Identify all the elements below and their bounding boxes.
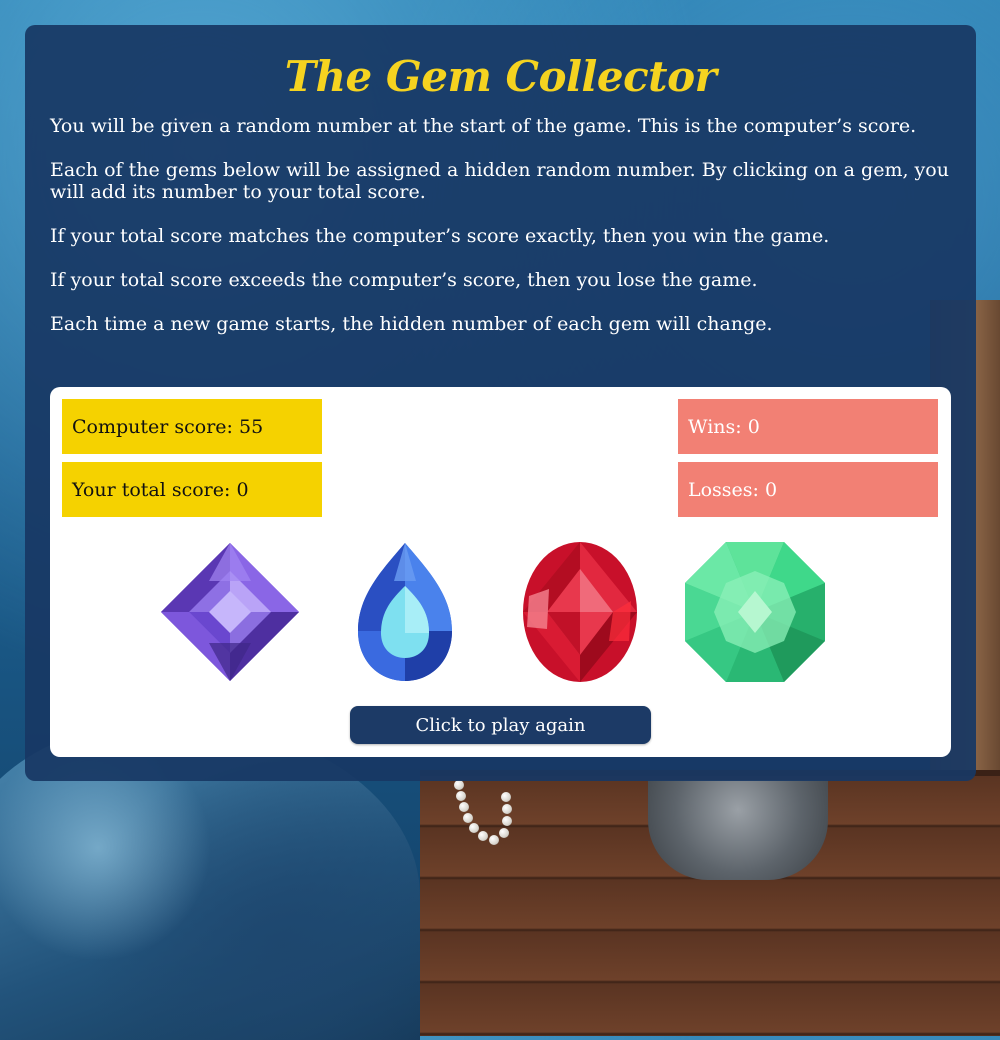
green-gem-icon xyxy=(685,542,825,682)
play-again-button[interactable]: Click to play again xyxy=(350,706,651,744)
total-score: Your total score: 0 xyxy=(62,462,322,517)
game-board: Computer score: 55 Your total score: 0 W… xyxy=(50,387,951,757)
game-panel: The Gem Collector You will be given a ra… xyxy=(25,25,976,781)
purple-gem-button[interactable] xyxy=(159,541,301,683)
blue-gem-icon xyxy=(358,543,452,681)
background-pearls xyxy=(452,780,512,860)
computer-score: Computer score: 55 xyxy=(62,399,322,454)
instruction-paragraph: You will be given a random number at the… xyxy=(50,115,917,137)
losses-counter: Losses: 0 xyxy=(678,462,938,517)
instruction-paragraph: Each of the gems below will be assigned … xyxy=(50,159,949,203)
background-chest-lock xyxy=(648,780,828,880)
instruction-paragraph: If your total score matches the computer… xyxy=(50,225,830,247)
red-gem-icon xyxy=(523,542,637,682)
instruction-paragraph: Each time a new game starts, the hidden … xyxy=(50,313,773,335)
purple-gem-icon xyxy=(161,543,299,681)
page-title: The Gem Collector xyxy=(284,52,717,101)
wins-counter: Wins: 0 xyxy=(678,399,938,454)
blue-gem-button[interactable] xyxy=(334,541,476,683)
instruction-paragraph: If your total score exceeds the computer… xyxy=(50,269,758,291)
instructions: You will be given a random number at the… xyxy=(50,115,951,335)
red-gem-button[interactable] xyxy=(509,541,651,683)
green-gem-button[interactable] xyxy=(684,541,826,683)
